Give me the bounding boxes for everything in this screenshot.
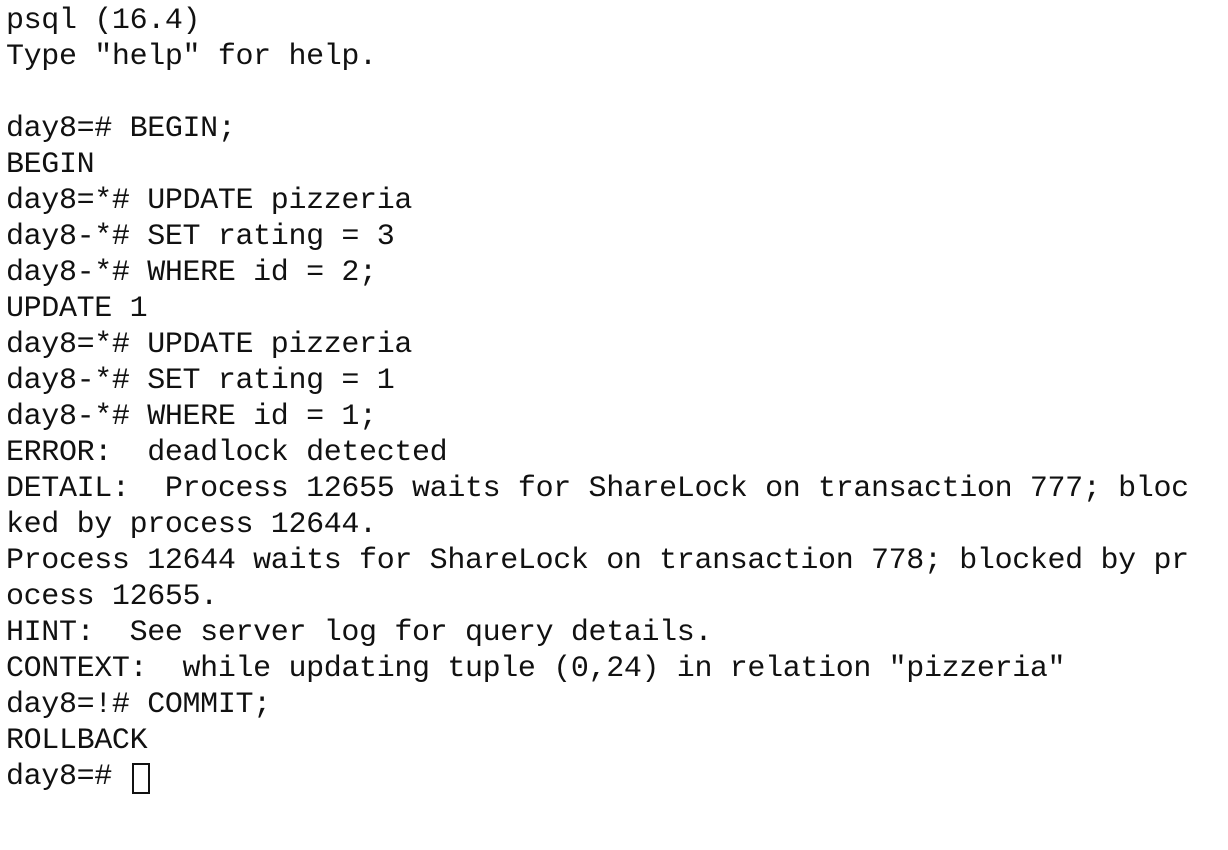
terminal-line: day8=*# UPDATE pizzeria xyxy=(6,184,413,218)
terminal-line: day8-*# SET rating = 1 xyxy=(6,364,395,398)
terminal-line: Process 12644 waits for ShareLock on tra… xyxy=(6,544,1189,578)
terminal-line: ROLLBACK xyxy=(6,724,148,758)
terminal-line: CONTEXT: while updating tuple (0,24) in … xyxy=(6,652,1066,686)
prompt-text: day8=# xyxy=(6,760,130,794)
terminal-line: Type "help" for help. xyxy=(6,40,377,74)
terminal-line: UPDATE 1 xyxy=(6,292,148,326)
terminal-line: ked by process 12644. xyxy=(6,508,377,542)
terminal-line: ocess 12655. xyxy=(6,580,218,614)
terminal-line: psql (16.4) xyxy=(6,4,201,38)
terminal-line: day8=# BEGIN; xyxy=(6,112,236,146)
active-prompt-line[interactable]: day8=# xyxy=(6,759,1228,795)
terminal-line: DETAIL: Process 12655 waits for ShareLoc… xyxy=(6,472,1189,506)
terminal-line: ERROR: deadlock detected xyxy=(6,436,448,470)
terminal-line: day8=*# UPDATE pizzeria xyxy=(6,328,413,362)
terminal-line: day8-*# WHERE id = 2; xyxy=(6,256,377,290)
terminal-line: day8=!# COMMIT; xyxy=(6,688,271,722)
terminal-line: HINT: See server log for query details. xyxy=(6,616,713,650)
terminal-window[interactable]: psql (16.4) Type "help" for help. day8=#… xyxy=(0,0,1228,850)
text-cursor[interactable] xyxy=(131,762,150,794)
terminal-line: day8-*# WHERE id = 1; xyxy=(6,400,377,434)
terminal-line: day8-*# SET rating = 3 xyxy=(6,220,395,254)
terminal-line: BEGIN xyxy=(6,148,95,182)
